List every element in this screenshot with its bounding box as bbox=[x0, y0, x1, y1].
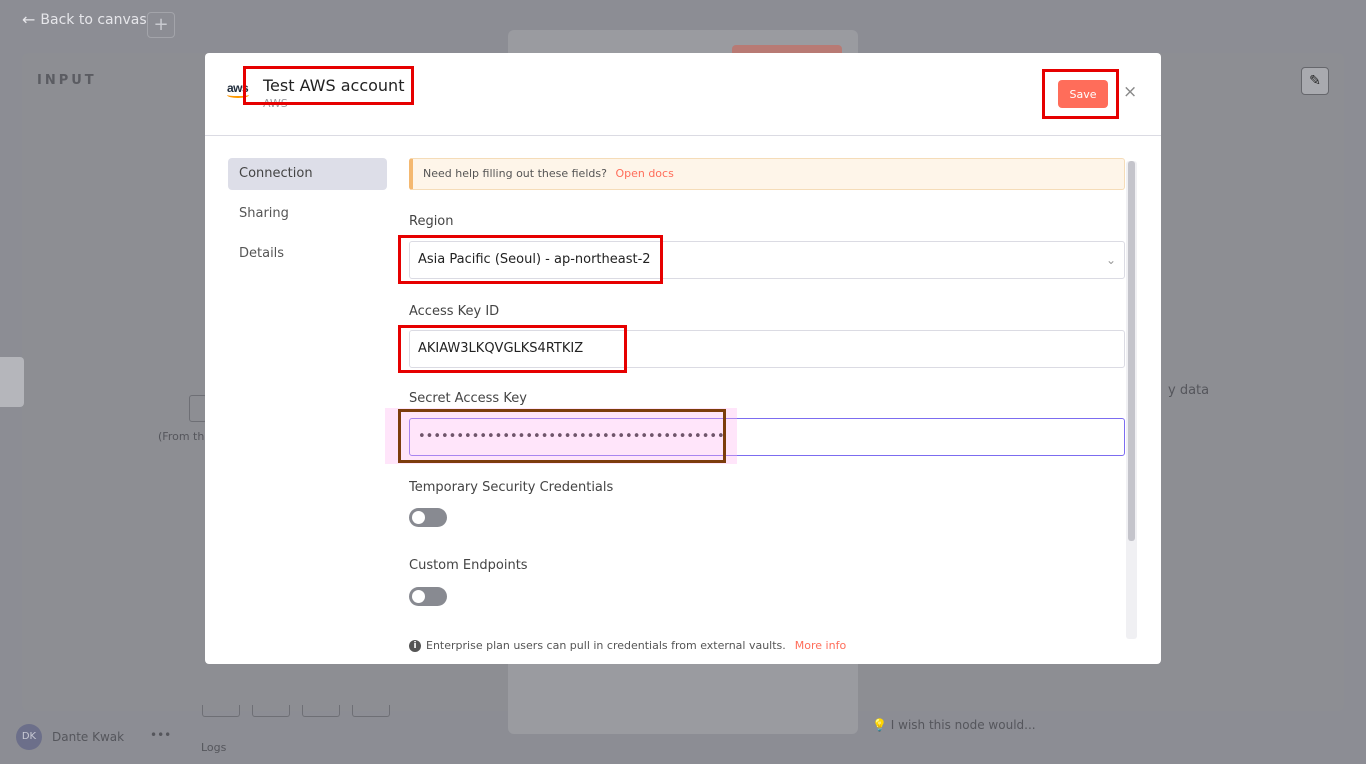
scrollbar-thumb[interactable] bbox=[1128, 161, 1135, 541]
arrow-left-icon: ← bbox=[22, 10, 36, 29]
temp-credentials-label: Temporary Security Credentials bbox=[409, 480, 614, 495]
side-tab[interactable] bbox=[0, 357, 24, 407]
logs-label[interactable]: Logs bbox=[201, 741, 226, 754]
close-icon[interactable]: × bbox=[1123, 82, 1137, 102]
help-notice-text: Need help filling out these fields? bbox=[423, 167, 607, 180]
tab-details[interactable]: Details bbox=[228, 238, 387, 270]
region-label: Region bbox=[409, 214, 454, 229]
info-icon: i bbox=[409, 639, 421, 652]
temp-credentials-toggle[interactable] bbox=[409, 508, 447, 527]
open-docs-link[interactable]: Open docs bbox=[615, 167, 673, 180]
footer-button[interactable] bbox=[202, 705, 240, 717]
more-info-link[interactable]: More info bbox=[795, 639, 846, 652]
footer-button[interactable] bbox=[302, 705, 340, 717]
aws-logo-icon: aws bbox=[227, 82, 255, 106]
help-notice: Need help filling out these fields? Open… bbox=[409, 158, 1125, 190]
input-panel-title: INPUT bbox=[37, 73, 97, 88]
secret-key-label: Secret Access Key bbox=[409, 391, 527, 406]
highlight-secret-glow bbox=[385, 408, 737, 464]
user-name: Dante Kwak bbox=[52, 730, 125, 744]
footer-button[interactable] bbox=[252, 705, 290, 717]
enterprise-note: i Enterprise plan users can pull in cred… bbox=[409, 639, 846, 652]
region-select[interactable]: Asia Pacific (Seoul) - ap-northeast-2 ⌄ bbox=[409, 241, 1125, 279]
output-hint-text: y data bbox=[1168, 383, 1210, 398]
more-options-icon[interactable]: ••• bbox=[150, 728, 171, 742]
lightbulb-icon: 💡 bbox=[872, 718, 887, 732]
footer-buttons bbox=[202, 705, 390, 717]
tab-connection[interactable]: Connection bbox=[228, 158, 387, 190]
enterprise-note-text: Enterprise plan users can pull in creden… bbox=[426, 639, 786, 652]
credential-name-title[interactable]: Test AWS account bbox=[263, 76, 404, 95]
chevron-down-icon: ⌄ bbox=[1105, 253, 1116, 267]
feedback-text: I wish this node would... bbox=[890, 718, 1036, 732]
region-value: Asia Pacific (Seoul) - ap-northeast-2 bbox=[418, 252, 651, 267]
feedback-link[interactable]: 💡 I wish this node would... bbox=[872, 718, 1036, 732]
form-scrollbar[interactable] bbox=[1126, 161, 1137, 639]
pencil-icon[interactable]: ✎ bbox=[1301, 67, 1329, 95]
custom-endpoints-label: Custom Endpoints bbox=[409, 558, 528, 573]
add-button[interactable]: + bbox=[147, 12, 175, 38]
avatar: DK bbox=[16, 724, 42, 750]
footer-button[interactable] bbox=[352, 705, 390, 717]
back-to-canvas-link[interactable]: ← Back to canvas bbox=[22, 10, 147, 29]
modal-header: aws Test AWS account AWS Save × bbox=[205, 53, 1161, 136]
credential-type-subtitle: AWS bbox=[263, 97, 288, 110]
input-hint-text: (From the bbox=[158, 430, 212, 443]
custom-endpoints-toggle[interactable] bbox=[409, 587, 447, 606]
tab-sharing[interactable]: Sharing bbox=[228, 198, 387, 230]
access-key-value: AKIAW3LKQVGLKS4RTKIZ bbox=[418, 341, 584, 356]
user-profile[interactable]: DK Dante Kwak bbox=[16, 724, 124, 750]
save-button[interactable]: Save bbox=[1058, 80, 1108, 108]
access-key-input[interactable]: AKIAW3LKQVGLKS4RTKIZ bbox=[409, 330, 1125, 368]
credential-modal: aws Test AWS account AWS Save × Connecti… bbox=[205, 53, 1161, 664]
access-key-label: Access Key ID bbox=[409, 304, 500, 319]
aws-logo-text: aws bbox=[227, 81, 249, 95]
modal-tabs: Connection Sharing Details bbox=[228, 158, 387, 278]
back-to-canvas-label: Back to canvas bbox=[40, 11, 147, 28]
